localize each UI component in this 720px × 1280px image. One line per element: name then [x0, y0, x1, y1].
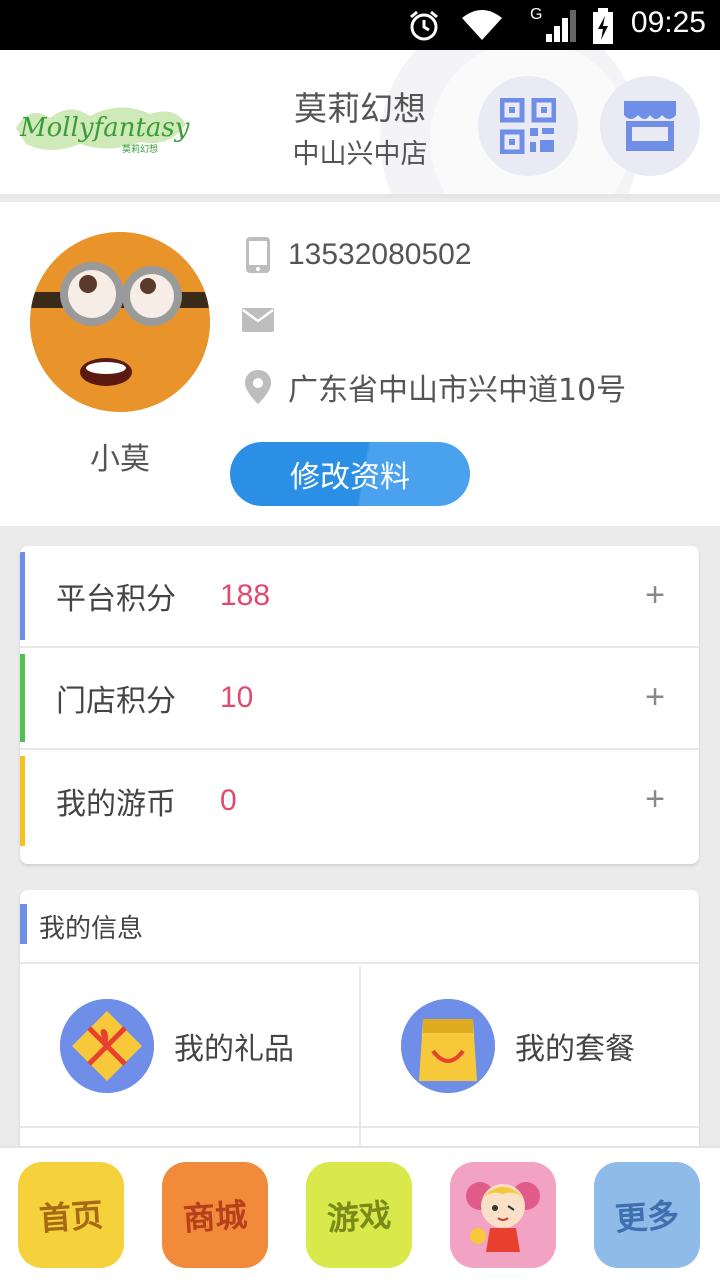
store-icon — [624, 101, 676, 151]
network-type: G — [530, 6, 543, 23]
nav-home[interactable]: 首页 — [18, 1162, 124, 1268]
app-header: Mollyfantasy 莫莉幻想 莫莉幻想 中山兴中店 — [0, 50, 720, 198]
store-branch: 中山兴中店 — [292, 139, 428, 170]
gift-icon — [60, 999, 154, 1093]
bottom-nav: 首页 商城 游戏 更多 — [0, 1146, 720, 1280]
nav-more-label: 更多 — [613, 1195, 681, 1239]
store-name: 莫莉幻想 — [294, 89, 426, 128]
qr-code-icon — [500, 98, 556, 154]
my-info-header: 我的信息 — [20, 890, 699, 964]
points-label: 我的游币 — [56, 787, 176, 822]
qr-code-button[interactable] — [478, 76, 578, 176]
nav-profile[interactable] — [450, 1162, 556, 1268]
svg-text:Mollyfantasy: Mollyfantasy — [19, 113, 190, 143]
phone-row: 13532080502 — [242, 235, 472, 275]
mascot-icon — [466, 1182, 540, 1252]
brand-logo: Mollyfantasy 莫莉幻想 — [16, 107, 190, 155]
phone-icon — [246, 237, 270, 273]
points-value: 10 — [220, 681, 254, 714]
points-label: 门店积分 — [56, 684, 176, 719]
nav-home-label: 首页 — [37, 1195, 105, 1239]
status-bar: G 09:25 — [0, 0, 720, 50]
nav-mall-label: 商城 — [181, 1195, 249, 1239]
nickname: 小莫 — [90, 442, 150, 477]
location-pin-icon — [245, 370, 271, 404]
email-row — [242, 300, 288, 340]
plus-icon[interactable]: + — [645, 576, 665, 615]
clock: 09:25 — [630, 6, 706, 39]
title-accent-bar — [20, 904, 27, 944]
my-packages-item[interactable]: 我的套餐 — [361, 966, 699, 1126]
profile-section: 小莫 13532080502 广东省中山市兴中道10号 修改资料 — [0, 202, 720, 526]
plus-icon[interactable]: + — [645, 678, 665, 717]
my-packages-label: 我的套餐 — [515, 1032, 635, 1067]
row-accent-bar — [20, 756, 25, 846]
minion-avatar-image — [30, 232, 210, 412]
email-icon — [242, 308, 274, 332]
points-value: 188 — [220, 579, 271, 612]
bag-icon — [401, 999, 495, 1093]
grid-divider — [20, 1126, 699, 1128]
nav-games-label: 游戏 — [325, 1195, 393, 1239]
battery-charging-icon — [593, 8, 613, 44]
my-gifts-item[interactable]: 我的礼品 — [20, 966, 359, 1126]
phone-number: 13532080502 — [288, 238, 472, 271]
my-info-card: 我的信息 我的礼品 我的套餐 — [20, 890, 699, 1148]
nav-more[interactable]: 更多 — [594, 1162, 700, 1268]
points-row-platform[interactable]: 平台积分 188 + — [20, 546, 699, 648]
alarm-icon — [410, 10, 438, 41]
nav-mall[interactable]: 商城 — [162, 1162, 268, 1268]
address-row: 广东省中山市兴中道10号 — [242, 367, 627, 408]
plus-icon[interactable]: + — [645, 780, 665, 819]
store-button[interactable] — [600, 76, 700, 176]
points-label: 平台积分 — [56, 582, 176, 617]
nav-games[interactable]: 游戏 — [306, 1162, 412, 1268]
address: 广东省中山市兴中道10号 — [288, 373, 627, 408]
my-gifts-label: 我的礼品 — [174, 1032, 294, 1067]
points-card: 平台积分 188 + 门店积分 10 + 我的游币 0 + — [20, 546, 699, 864]
points-row-store[interactable]: 门店积分 10 + — [20, 648, 699, 750]
my-info-title: 我的信息 — [39, 913, 144, 944]
svg-text:莫莉幻想: 莫莉幻想 — [122, 143, 158, 155]
wifi-icon — [462, 10, 502, 40]
signal-icon — [546, 10, 576, 42]
points-value: 0 — [220, 784, 237, 817]
row-accent-bar — [20, 654, 25, 742]
avatar[interactable] — [30, 232, 210, 412]
edit-profile-button[interactable]: 修改资料 — [230, 442, 470, 506]
row-accent-bar — [20, 552, 25, 640]
points-row-coins[interactable]: 我的游币 0 + — [20, 750, 699, 852]
